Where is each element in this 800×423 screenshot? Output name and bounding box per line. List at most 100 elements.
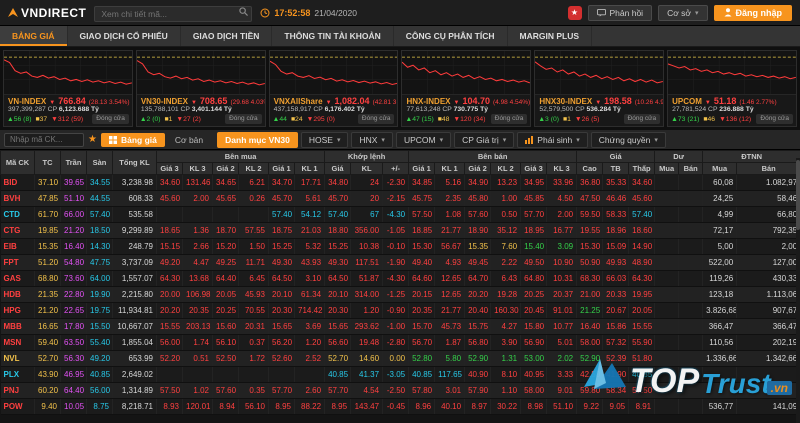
stock-row[interactable]: FPT 51.20 54.80 47.75 3,737.09 49.20 4.47 49.25… bbox=[0, 254, 800, 271]
column-subheader[interactable]: +/- bbox=[382, 162, 410, 175]
column-header[interactable]: Tổng KL bbox=[112, 150, 157, 175]
stock-row[interactable]: CTD 61.70 66.00 57.40 535.58 57.40 54.12 57.40 6… bbox=[0, 206, 800, 223]
menu-item[interactable]: BẢNG GIÁ bbox=[0, 26, 68, 46]
price-cell: 6.45 bbox=[238, 270, 269, 287]
column-subheader[interactable]: KL bbox=[350, 162, 384, 175]
column-subheader[interactable]: TB bbox=[602, 162, 630, 175]
stock-row[interactable]: GAS 68.80 73.60 64.00 1,557.07 64.30 13.68 64.4… bbox=[0, 270, 800, 287]
ticker-symbol[interactable]: EIB bbox=[0, 238, 35, 255]
stock-row[interactable]: MBB 16.65 17.80 15.50 10,667.07 15.55 203.13 15… bbox=[0, 318, 800, 335]
ticker-symbol[interactable]: PNJ bbox=[0, 382, 35, 399]
ticker-symbol[interactable]: NVL bbox=[0, 350, 35, 367]
column-subheader[interactable]: Giá 3 bbox=[156, 162, 183, 175]
column-subheader[interactable]: KL 2 bbox=[490, 162, 522, 175]
column-subheader[interactable]: KL 3 bbox=[182, 162, 213, 175]
column-subheader[interactable]: Cao bbox=[576, 162, 604, 175]
index-name: VNXAllShare bbox=[273, 97, 323, 106]
column-subheader[interactable]: Giá 2 bbox=[464, 162, 492, 175]
ticker-symbol[interactable]: MSN bbox=[0, 334, 35, 351]
column-header[interactable]: Sàn bbox=[86, 150, 113, 175]
board-tab[interactable]: HOSE ▾ bbox=[300, 131, 349, 148]
column-subheader[interactable]: KL 1 bbox=[293, 162, 326, 175]
board-tab[interactable]: Danh mục VN30 bbox=[217, 131, 298, 148]
menu-item[interactable]: GIAO DỊCH CỔ PHIẾU bbox=[68, 26, 181, 46]
menu-item[interactable]: GIAO DỊCH TIỀN bbox=[181, 26, 273, 46]
menu-item[interactable]: THÔNG TIN TÀI KHOẢN bbox=[272, 26, 394, 46]
table-scrollbar[interactable] bbox=[796, 158, 800, 423]
column-subheader[interactable]: Giá 2 bbox=[212, 162, 239, 175]
stock-row[interactable]: HPG 21.20 22.65 19.75 11,934.81 20.20 20.35 20.… bbox=[0, 302, 800, 319]
ticker-symbol[interactable]: CTD bbox=[0, 206, 35, 223]
index-panel[interactable]: HNX30-INDEX▼198.58(10.26 4.91%)52,579,50… bbox=[534, 50, 665, 127]
ticker-symbol[interactable]: MBB bbox=[0, 318, 35, 335]
board-tab[interactable]: HNX ▾ bbox=[351, 131, 393, 148]
board-tab[interactable]: Chứng quyền ▾ bbox=[590, 131, 666, 148]
column-subheader[interactable]: KL 2 bbox=[238, 162, 269, 175]
column-subheader[interactable]: Giá bbox=[324, 162, 352, 175]
price-cell bbox=[212, 366, 239, 383]
column-header[interactable]: Trần bbox=[60, 150, 87, 175]
column-subheader[interactable]: KL 3 bbox=[546, 162, 578, 175]
stock-code-input[interactable] bbox=[4, 132, 84, 147]
index-panel[interactable]: VN-INDEX ▼ 766.84 (28.13 3.54%) 397,399,287 … bbox=[3, 50, 133, 127]
ticker-symbol[interactable]: PLX bbox=[0, 366, 35, 383]
stock-row[interactable]: POW 9.40 10.05 8.75 8,218.71 8.93 120.01 8.94 56… bbox=[0, 398, 800, 415]
column-subheader[interactable]: Thấp bbox=[628, 162, 656, 175]
stock-row[interactable]: NVL 52.70 56.30 49.20 653.99 52.20 0.51 52.50 1.… bbox=[0, 350, 800, 367]
column-subheader[interactable]: Mua bbox=[654, 162, 680, 175]
price-cell: 43.93 bbox=[294, 254, 326, 271]
tab-label: Phái sinh bbox=[537, 134, 573, 145]
ticker-search[interactable] bbox=[94, 4, 253, 22]
price-board-button[interactable]: Bảng giá bbox=[100, 132, 165, 147]
index-panel[interactable]: UPCOM ▼ 51.18 (1.46 2.77%) 27,781,524 CP 236… bbox=[667, 50, 797, 127]
column-group-header: Giá bbox=[576, 150, 656, 163]
menu-item[interactable]: MARGIN PLUS bbox=[508, 26, 593, 46]
feedback-button[interactable]: Phản hồi bbox=[587, 4, 653, 21]
market-type-select[interactable]: Cơ sở ▾ bbox=[658, 4, 708, 21]
ticker-symbol[interactable]: HDB bbox=[0, 286, 35, 303]
favorite-star-icon[interactable]: ★ bbox=[88, 134, 97, 145]
stock-row[interactable]: BID 37.10 39.65 34.55 3,238.98 34.60 131.46 34.… bbox=[0, 174, 800, 191]
stock-row[interactable]: HDB 21.35 22.80 19.90 2,215.80 20.00 106.98 20.… bbox=[0, 286, 800, 303]
stock-row[interactable]: PLX 43.90 46.95 40.85 2,649.02 40.85 41.37 -3.0… bbox=[0, 366, 800, 383]
index-panel[interactable]: VNXAllShare▼1,082.04(42.81 3.81%)437,158… bbox=[268, 50, 399, 127]
column-subheader[interactable]: Giá 1 bbox=[408, 162, 436, 175]
stock-row[interactable]: BVH 47.85 51.10 44.55 608.33 45.60 2.00 45.65 0.… bbox=[0, 190, 800, 207]
ticker-symbol[interactable]: BVH bbox=[0, 190, 35, 207]
column-subheader[interactable]: Mua bbox=[702, 162, 738, 175]
column-header[interactable]: TC bbox=[34, 150, 61, 175]
index-panel[interactable]: HNX-INDEX ▼ 104.70 (4.98 4.54%) 77,613,248 C… bbox=[401, 50, 532, 127]
stock-row[interactable]: MSN 59.40 63.50 55.40 1,855.04 56.00 1.74 56.10… bbox=[0, 334, 800, 351]
ticker-symbol[interactable]: GAS bbox=[0, 270, 35, 287]
login-button[interactable]: Đăng nhập bbox=[713, 4, 792, 21]
index-panel[interactable]: VN30-INDEX▼708.65(29.68 4.03%)135,788,10… bbox=[135, 50, 266, 127]
stock-row[interactable]: PNJ 60.20 64.40 56.00 1,314.89 57.50 1.02 57.60… bbox=[0, 382, 800, 399]
ticker-symbol[interactable]: HPG bbox=[0, 302, 35, 319]
basic-view-button[interactable]: Cơ bản bbox=[169, 135, 209, 145]
ticker-symbol[interactable]: CTG bbox=[0, 222, 35, 239]
price-cell: 15.75 bbox=[464, 318, 492, 335]
column-subheader[interactable]: Bán bbox=[736, 162, 800, 175]
column-header[interactable]: Mã CK bbox=[0, 150, 35, 175]
price-cell: 14.60 bbox=[350, 350, 384, 367]
column-subheader[interactable]: Giá 3 bbox=[520, 162, 548, 175]
scrollbar-thumb[interactable] bbox=[796, 160, 800, 230]
ticker-symbol[interactable]: POW bbox=[0, 398, 35, 415]
menu-item[interactable]: CÔNG CỤ PHÂN TÍCH bbox=[394, 26, 508, 46]
vndirect-logo[interactable]: VNDIRECT bbox=[8, 6, 86, 20]
board-tab[interactable]: CP Giá trị ▾ bbox=[454, 131, 515, 148]
column-subheader[interactable]: Bán bbox=[678, 162, 704, 175]
board-tab[interactable]: Phái sinh ▾ bbox=[517, 131, 588, 148]
notification-badge[interactable]: ★ bbox=[567, 5, 582, 20]
search-input[interactable] bbox=[94, 5, 253, 22]
column-subheader[interactable]: Giá 1 bbox=[268, 162, 295, 175]
ticker-symbol[interactable]: FPT bbox=[0, 254, 35, 271]
board-tab[interactable]: UPCOM ▾ bbox=[395, 131, 452, 148]
stock-row[interactable]: EIB 15.35 16.40 14.30 248.79 15.15 2.66 15.20 1.… bbox=[0, 238, 800, 255]
ticker-symbol[interactable]: BID bbox=[0, 174, 35, 191]
column-subheader[interactable]: KL 1 bbox=[434, 162, 466, 175]
price-cell: 67 bbox=[350, 206, 384, 223]
stock-row[interactable]: CTG 19.85 21.20 18.50 9,299.89 18.65 1.36 18.70… bbox=[0, 222, 800, 239]
price-cell: 44.55 bbox=[86, 190, 113, 207]
price-cell: 4,99 bbox=[702, 206, 738, 223]
